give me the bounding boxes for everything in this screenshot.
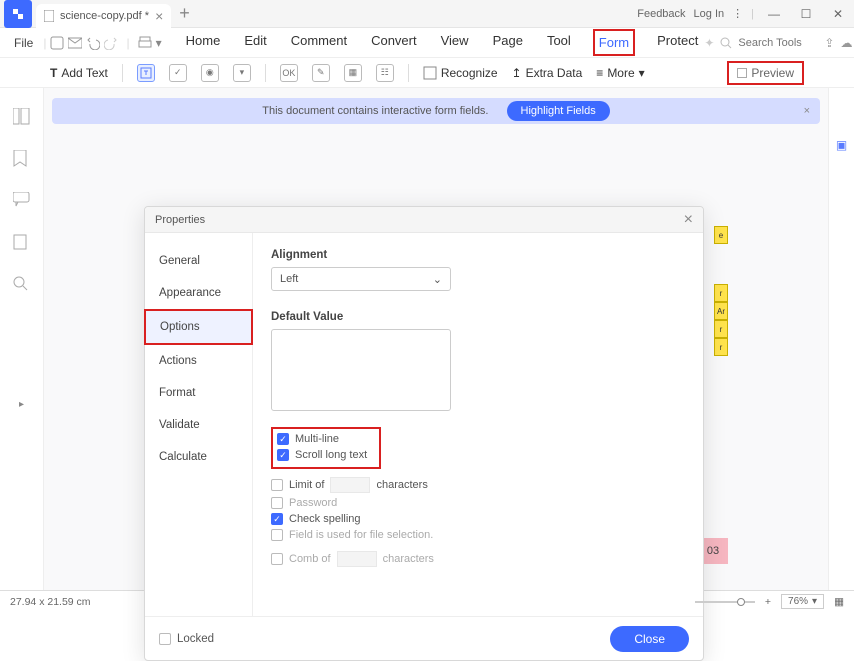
dropdown-caret-icon[interactable]: ▾ — [156, 33, 162, 53]
expand-rail-icon[interactable]: ▸ — [19, 399, 24, 410]
extra-data-button[interactable]: ↥Extra Data — [512, 66, 583, 80]
maximize-icon[interactable]: ☐ — [794, 7, 818, 21]
thumbnails-icon[interactable] — [13, 108, 31, 126]
periodic-cells: e r Ar r r — [714, 226, 728, 356]
add-text-button[interactable]: TAdd Text — [50, 66, 108, 80]
file-icon — [44, 10, 54, 22]
undo-icon[interactable] — [86, 33, 100, 53]
menu-page[interactable]: Page — [491, 29, 525, 56]
mail-icon[interactable] — [68, 33, 82, 53]
page-dimensions: 27.94 x 21.59 cm — [10, 596, 91, 608]
password-checkbox[interactable]: ✓Password — [271, 495, 685, 511]
cloud-icon[interactable]: ☁ — [840, 36, 852, 50]
save-icon[interactable] — [50, 33, 64, 53]
form-toolbar: TAdd Text ✓ ◉ ▾ OK ✎ ▦ ☷ Recognize ↥Extr… — [0, 58, 854, 88]
menu-view[interactable]: View — [439, 29, 471, 56]
radio-field-icon[interactable]: ◉ — [201, 64, 219, 82]
multiline-checkbox[interactable]: ✓Multi-line — [277, 431, 375, 447]
dialog-close-icon[interactable]: × — [684, 211, 693, 229]
limit-checkbox[interactable]: ✓Limit of characters — [271, 475, 685, 495]
tab-appearance[interactable]: Appearance — [145, 277, 252, 309]
alignment-label: Alignment — [271, 249, 685, 261]
dialog-tab-list: General Appearance Options Actions Forma… — [145, 233, 253, 616]
multiline-scroll-group: ✓Multi-line ✓Scroll long text — [271, 427, 381, 469]
right-rail: ▣ — [828, 88, 854, 590]
date-field-icon[interactable]: ☷ — [376, 64, 394, 82]
file-menu[interactable]: File — [8, 36, 39, 50]
comb-checkbox[interactable]: ✓Comb of characters — [271, 549, 685, 569]
text-field-icon[interactable] — [137, 64, 155, 82]
left-rail: ▸ — [0, 88, 44, 590]
dialog-titlebar: Properties × — [145, 207, 703, 233]
wand-icon[interactable]: ✦ — [704, 36, 714, 50]
chevron-down-icon: ⌄ — [433, 273, 442, 286]
more-button[interactable]: ≡More▾ — [596, 66, 644, 80]
menu-form[interactable]: Form — [597, 31, 631, 54]
form-panel-icon[interactable]: ▣ — [836, 138, 847, 152]
recognize-button[interactable]: Recognize — [423, 66, 498, 80]
scroll-long-text-checkbox[interactable]: ✓Scroll long text — [277, 447, 375, 463]
app-logo — [4, 0, 32, 28]
check-spelling-checkbox[interactable]: ✓Check spelling — [271, 511, 685, 527]
share-icon[interactable]: ⇪ — [824, 36, 834, 50]
properties-dialog: Properties × General Appearance Options … — [144, 206, 704, 661]
button-field-icon[interactable]: OK — [280, 64, 298, 82]
bookmark-icon[interactable] — [13, 150, 31, 168]
dialog-title: Properties — [155, 214, 205, 226]
sign-field-icon[interactable]: ✎ — [312, 64, 330, 82]
close-tab-icon[interactable]: × — [155, 8, 163, 24]
dropdown-field-icon[interactable]: ▾ — [233, 64, 251, 82]
zoom-slider[interactable] — [695, 601, 755, 603]
menu-comment[interactable]: Comment — [289, 29, 349, 56]
title-bar: science-copy.pdf * × + Feedback Log In ⋮… — [0, 0, 854, 28]
close-button[interactable]: Close — [610, 626, 689, 652]
add-tab-icon[interactable]: + — [179, 3, 190, 24]
attachment-icon[interactable] — [13, 234, 31, 252]
menu-home[interactable]: Home — [184, 29, 223, 56]
document-tab[interactable]: science-copy.pdf * × — [36, 4, 171, 28]
alignment-select[interactable]: Left ⌄ — [271, 267, 451, 291]
image-field-icon[interactable]: ▦ — [344, 64, 362, 82]
tab-calculate[interactable]: Calculate — [145, 441, 252, 473]
preview-button[interactable]: Preview — [727, 61, 804, 85]
banner-message: This document contains interactive form … — [262, 105, 488, 117]
comb-input[interactable] — [337, 551, 377, 567]
default-value-textarea[interactable] — [271, 329, 451, 411]
tab-validate[interactable]: Validate — [145, 409, 252, 441]
comment-icon[interactable] — [13, 192, 31, 210]
search-panel-icon[interactable] — [13, 276, 31, 294]
menu-edit[interactable]: Edit — [242, 29, 268, 56]
highlight-fields-button[interactable]: Highlight Fields — [507, 101, 610, 121]
close-window-icon[interactable]: ✕ — [826, 7, 850, 21]
fit-page-icon[interactable]: ▦ — [834, 596, 844, 608]
minimize-icon[interactable]: — — [762, 7, 786, 21]
search-icon — [720, 37, 732, 49]
zoom-select[interactable]: 76%▾ — [781, 594, 824, 609]
kebab-icon[interactable]: ⋮ — [732, 7, 743, 20]
dialog-footer: ✓Locked Close — [145, 616, 703, 660]
menu-tool[interactable]: Tool — [545, 29, 573, 56]
default-value-label: Default Value — [271, 311, 685, 323]
menu-convert[interactable]: Convert — [369, 29, 419, 56]
checkbox-field-icon[interactable]: ✓ — [169, 64, 187, 82]
file-selection-checkbox[interactable]: ✓Field is used for file selection. — [271, 527, 685, 543]
menu-protect[interactable]: Protect — [655, 29, 700, 56]
login-link[interactable]: Log In — [694, 8, 725, 20]
tab-label: science-copy.pdf * — [60, 10, 149, 22]
print-icon[interactable] — [138, 33, 152, 53]
zoom-in-icon[interactable]: + — [765, 596, 771, 608]
tab-format[interactable]: Format — [145, 377, 252, 409]
banner-close-icon[interactable]: × — [804, 105, 810, 117]
menu-bar: File | | ▾ Home Edit Comment Convert Vie… — [0, 28, 854, 58]
dialog-options-panel: Alignment Left ⌄ Default Value ✓Multi-li… — [253, 233, 703, 616]
tab-options[interactable]: Options — [146, 311, 251, 343]
form-banner: This document contains interactive form … — [52, 98, 820, 124]
redo-icon[interactable] — [104, 33, 118, 53]
feedback-link[interactable]: Feedback — [637, 8, 685, 20]
tab-actions[interactable]: Actions — [145, 345, 252, 377]
search-input[interactable] — [738, 37, 818, 49]
locked-checkbox[interactable]: ✓Locked — [159, 633, 214, 645]
tab-general[interactable]: General — [145, 245, 252, 277]
limit-input[interactable] — [330, 477, 370, 493]
